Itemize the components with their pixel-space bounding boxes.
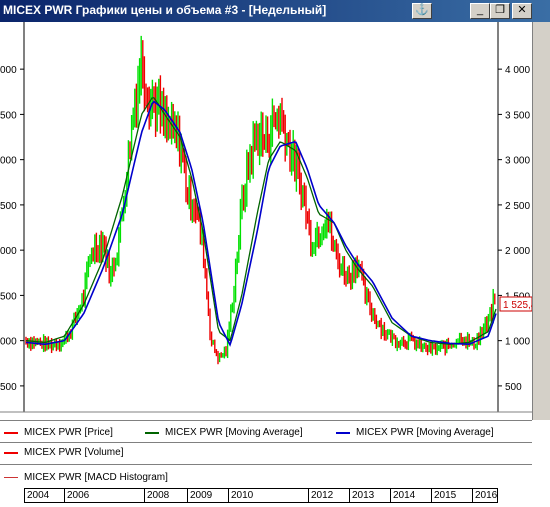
pane-divider — [0, 464, 532, 465]
legend-price-swatch — [4, 432, 18, 434]
timeline-axis: 2004 2006 2008 2009 2010 2012 2013 2014 … — [24, 488, 498, 503]
timeline-year: 2009 — [187, 489, 212, 502]
y-tick-label-left: 500 — [0, 382, 17, 393]
y-tick-label-right: 500 — [505, 382, 522, 393]
vertical-scrollbar[interactable] — [532, 22, 550, 420]
y-tick-label-right: 1 000 — [505, 337, 530, 348]
legend-ma2-label: MICEX PWR [Moving Average] — [356, 427, 494, 438]
pane-divider — [0, 442, 532, 443]
legend-price-row: MICEX PWR [Price] MICEX PWR [Moving Aver… — [0, 426, 532, 440]
timeline-year: 2010 — [228, 489, 253, 502]
legend-volume-row: MICEX PWR [Volume] — [0, 446, 532, 460]
pin-icon[interactable]: ⚓ — [412, 3, 432, 19]
legend-macd-row: MICEX PWR [MACD Histogram] — [0, 471, 532, 485]
timeline-year: 2013 — [349, 489, 374, 502]
chart-workarea: 4 0003 5003 0002 5002 0001 5001 00050000… — [0, 22, 550, 507]
y-tick-label-right: 3 500 — [505, 110, 530, 121]
y-tick-label-right: 2 500 — [505, 201, 530, 212]
legend-volume-label: MICEX PWR [Volume] — [24, 447, 124, 458]
y-tick-label-left: 000 — [0, 246, 17, 257]
y-tick-label-right: 4 000 — [505, 65, 530, 76]
legend-macd-swatch — [4, 477, 18, 478]
timeline-year: 2008 — [144, 489, 169, 502]
y-tick-label-left: 500 — [0, 201, 17, 212]
restore-button[interactable]: ❐ — [490, 3, 510, 19]
legend-volume-swatch — [4, 452, 18, 454]
y-tick-label-left: 500 — [0, 110, 17, 121]
legend-ma2-swatch — [336, 432, 350, 434]
last-price-label: 1 525,4 — [503, 300, 532, 311]
y-tick-label-left: 000 — [0, 65, 17, 76]
close-button[interactable]: ✕ — [512, 3, 532, 19]
timeline-year: 2012 — [308, 489, 333, 502]
legend-price-label: MICEX PWR [Price] — [24, 427, 113, 438]
window-title: MICEX PWR Графики цены и объема #3 - [Не… — [3, 3, 327, 17]
y-tick-label-right: 2 000 — [505, 246, 530, 257]
y-tick-label-left: 500 — [0, 291, 17, 302]
minimize-button[interactable]: _ — [470, 3, 490, 19]
window-titlebar: MICEX PWR Графики цены и объема #3 - [Не… — [0, 0, 550, 22]
y-tick-label-left: 000 — [0, 337, 17, 348]
legend-ma1-label: MICEX PWR [Moving Average] — [165, 427, 303, 438]
timeline-year: 2015 — [431, 489, 456, 502]
timeline-year: 2016 — [472, 489, 497, 502]
timeline-year: 2014 — [390, 489, 415, 502]
legend-ma1-swatch — [145, 432, 159, 434]
pane-divider — [0, 420, 532, 421]
y-tick-label-right: 3 000 — [505, 156, 530, 167]
price-chart[interactable]: 4 0003 5003 0002 5002 0001 5001 00050000… — [0, 22, 532, 422]
legend-macd-label: MICEX PWR [MACD Histogram] — [24, 472, 168, 483]
timeline-year: 2006 — [64, 489, 89, 502]
y-tick-label-left: 000 — [0, 156, 17, 167]
timeline-year: 2004 — [27, 490, 50, 501]
